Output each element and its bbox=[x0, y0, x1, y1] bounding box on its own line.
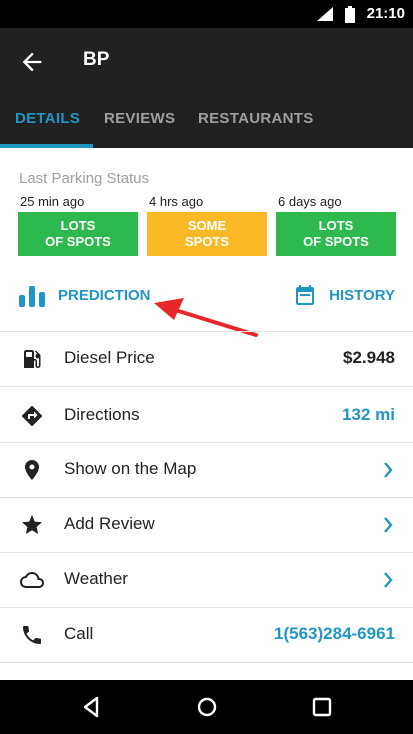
badge-line-1: LOTS bbox=[60, 218, 96, 233]
diesel-price-value: $2.948 bbox=[343, 348, 395, 367]
map-pin-icon bbox=[25, 460, 39, 480]
divider bbox=[0, 662, 413, 663]
history-button[interactable]: HISTORY bbox=[293, 280, 395, 310]
list-row-directions[interactable]: Directions 132 mi bbox=[0, 389, 413, 443]
distance-value: 132 mi bbox=[342, 405, 395, 424]
badge-line-2: OF SPOTS bbox=[45, 234, 111, 249]
phone-number-value[interactable]: 1(563)284-6961 bbox=[274, 624, 395, 644]
list-row-show-on-map[interactable]: Show on the Map bbox=[0, 443, 413, 497]
gas-pump-icon bbox=[24, 350, 41, 368]
row-label: Weather bbox=[64, 569, 128, 588]
clock: 21:10 bbox=[366, 5, 405, 22]
page-title: BP bbox=[83, 49, 110, 70]
divider bbox=[0, 386, 413, 387]
prediction-button[interactable]: PREDICTION bbox=[18, 280, 151, 310]
list-row-weather[interactable]: Weather bbox=[0, 553, 413, 607]
battery-icon bbox=[345, 6, 355, 23]
app-bar: BP DETAILS REVIEWS RESTAURANTS bbox=[0, 28, 413, 148]
tab-reviews[interactable]: REVIEWS bbox=[104, 110, 175, 127]
nav-back-icon[interactable] bbox=[80, 695, 104, 719]
phone-icon bbox=[23, 626, 41, 644]
back-arrow-icon[interactable] bbox=[18, 48, 46, 76]
parking-slot: 25 min ago LOTS OF SPOTS bbox=[18, 194, 138, 256]
chevron-right-icon bbox=[384, 572, 393, 588]
chevron-right-icon bbox=[384, 462, 393, 478]
parking-time-ago: 6 days ago bbox=[278, 194, 342, 209]
prediction-label: PREDICTION bbox=[58, 286, 151, 304]
badge-line-2: OF SPOTS bbox=[303, 234, 369, 249]
status-bar: 21:10 bbox=[0, 0, 413, 28]
signal-icon bbox=[317, 7, 333, 21]
row-label: Directions bbox=[64, 405, 140, 424]
row-label: Add Review bbox=[64, 514, 155, 533]
system-nav-bar bbox=[0, 680, 413, 734]
star-icon bbox=[22, 515, 42, 534]
badge-line-1: SOME bbox=[187, 218, 227, 233]
nav-recents-icon[interactable] bbox=[310, 695, 334, 719]
row-label: Show on the Map bbox=[64, 459, 197, 478]
tab-details[interactable]: DETAILS bbox=[15, 110, 80, 127]
tab-bar: DETAILS REVIEWS RESTAURANTS bbox=[0, 98, 413, 148]
parking-status-badge: LOTS OF SPOTS bbox=[18, 212, 138, 256]
parking-slot: 4 hrs ago SOME SPOTS bbox=[147, 194, 267, 256]
list-row-add-review[interactable]: Add Review bbox=[0, 498, 413, 552]
row-label: Call bbox=[64, 624, 94, 643]
nav-home-icon[interactable] bbox=[195, 695, 219, 719]
list-row-call[interactable]: Call 1(563)284-6961 bbox=[0, 608, 413, 662]
parking-time-ago: 4 hrs ago bbox=[149, 194, 204, 209]
badge-line-1: LOTS bbox=[318, 218, 354, 233]
parking-status-heading: Last Parking Status bbox=[19, 170, 150, 187]
parking-slot: 6 days ago LOTS OF SPOTS bbox=[276, 194, 396, 256]
badge-line-2: SPOTS bbox=[184, 234, 230, 249]
history-label: HISTORY bbox=[329, 286, 395, 304]
bar-chart-icon bbox=[19, 286, 45, 307]
directions-icon bbox=[21, 405, 43, 427]
calendar-icon bbox=[296, 285, 315, 305]
parking-status-badge: SOME SPOTS bbox=[147, 212, 267, 256]
active-tab-indicator bbox=[0, 144, 93, 148]
parking-status-badge: LOTS OF SPOTS bbox=[276, 212, 396, 256]
chevron-right-icon bbox=[384, 517, 393, 533]
tab-restaurants[interactable]: RESTAURANTS bbox=[198, 110, 314, 127]
list-row-diesel-price: Diesel Price $2.948 bbox=[0, 332, 413, 386]
parking-time-ago: 25 min ago bbox=[20, 194, 85, 209]
cloud-icon bbox=[20, 572, 44, 588]
row-label: Diesel Price bbox=[64, 348, 155, 367]
